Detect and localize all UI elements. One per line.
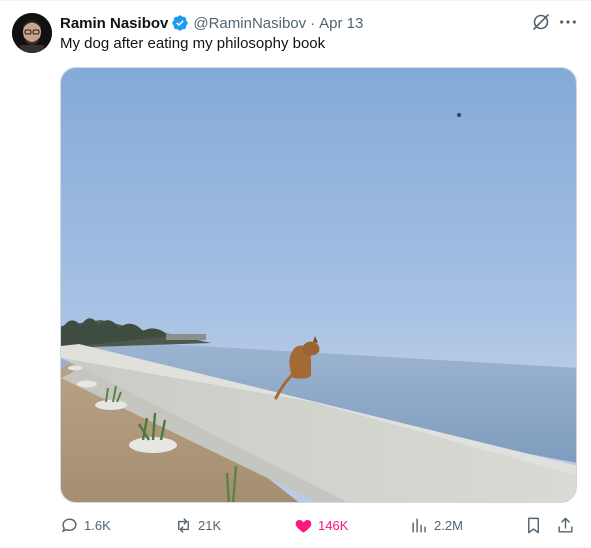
share-icon	[558, 517, 573, 533]
tweet-photo[interactable]	[60, 67, 577, 503]
repost-count: 21K	[198, 517, 222, 533]
more-options-icon[interactable]	[557, 12, 579, 32]
tweet-date[interactable]: Apr 13	[319, 15, 363, 32]
views-icon	[412, 517, 426, 533]
like-count: 146K	[318, 517, 349, 533]
separator-dot: ·	[310, 14, 316, 32]
repost-icon	[178, 517, 189, 533]
bookmark-button[interactable]	[524, 514, 543, 536]
grok-icon[interactable]	[531, 12, 551, 32]
verified-badge-icon[interactable]	[171, 14, 189, 32]
share-button[interactable]	[556, 514, 575, 536]
reply-button[interactable]: 1.6K	[60, 514, 111, 536]
tweet-action-bar: 1.6K 21K 146K 2.2M	[56, 514, 581, 536]
reply-icon	[61, 517, 77, 532]
bookmark-icon	[528, 517, 539, 533]
author-name[interactable]: Ramin Nasibov	[60, 15, 168, 32]
tweet-text: My dog after eating my philosophy book	[60, 35, 326, 52]
heart-icon	[295, 519, 312, 533]
views-count: 2.2M	[434, 517, 463, 533]
top-divider	[0, 0, 591, 1]
views-button[interactable]: 2.2M	[410, 514, 463, 536]
author-handle[interactable]: @RaminNasibov	[193, 15, 306, 32]
repost-button[interactable]: 21K	[174, 514, 221, 536]
reply-count: 1.6K	[84, 517, 111, 533]
tweet-header: Ramin Nasibov @RaminNasibov · Apr 13	[60, 13, 363, 33]
like-button[interactable]: 146K	[294, 514, 348, 536]
avatar[interactable]	[12, 13, 52, 53]
